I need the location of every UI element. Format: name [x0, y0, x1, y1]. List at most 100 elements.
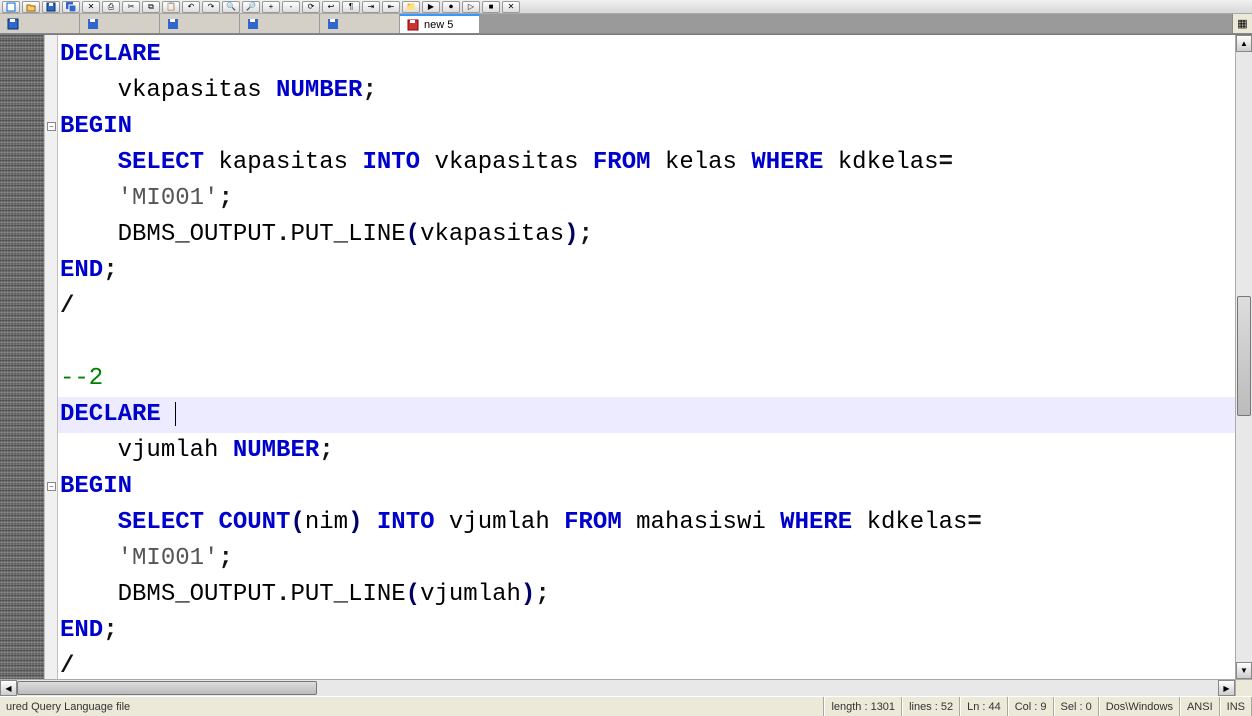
code-line[interactable]: 'MI001'; [60, 181, 1235, 217]
code-line[interactable]: vkapasitas NUMBER; [60, 73, 1235, 109]
file-tab[interactable] [80, 14, 160, 33]
toolbar-button[interactable]: ✂ [122, 1, 140, 13]
code-token [60, 185, 118, 212]
window-control-icon[interactable]: ▦ [1232, 14, 1252, 33]
code-token: SELECT [118, 149, 204, 176]
horizontal-scrollbar[interactable]: ◀ ▶ [0, 679, 1252, 696]
toolbar-button[interactable]: ¶ [342, 1, 360, 13]
toolbar-button[interactable]: ▶ [422, 1, 440, 13]
code-line[interactable]: vjumlah NUMBER; [60, 433, 1235, 469]
file-tab[interactable] [160, 14, 240, 33]
toolbar-button[interactable] [62, 1, 80, 13]
code-token: kapasitas [204, 149, 362, 176]
scroll-track[interactable] [17, 680, 1218, 696]
scroll-up-icon[interactable]: ▲ [1236, 35, 1252, 52]
bookmark-gutter[interactable] [0, 35, 45, 679]
code-line[interactable]: / [60, 649, 1235, 679]
toolbar-button[interactable]: 🔍 [222, 1, 240, 13]
code-token [204, 509, 218, 536]
toolbar-button[interactable]: ⇥ [362, 1, 380, 13]
save-icon[interactable] [42, 1, 60, 13]
fold-toggle-icon[interactable]: − [47, 482, 56, 491]
code-line[interactable]: END; [60, 613, 1235, 649]
toolbar-button[interactable]: ↩ [322, 1, 340, 13]
tabbar-spacer [480, 14, 1232, 33]
toolbar-button[interactable]: ↷ [202, 1, 220, 13]
file-tab[interactable] [240, 14, 320, 33]
file-tab[interactable] [320, 14, 400, 33]
toolbar-button[interactable]: 📁 [402, 1, 420, 13]
code-line[interactable]: DECLARE [60, 37, 1235, 73]
toolbar-button[interactable]: ⇤ [382, 1, 400, 13]
code-token: kdkelas [852, 509, 967, 536]
code-line[interactable]: 'MI001'; [60, 541, 1235, 577]
status-ln: Ln : 44 [960, 697, 1008, 716]
code-token: = [967, 509, 981, 536]
toolbar-button[interactable]: 📋 [162, 1, 180, 13]
code-token: ; [535, 581, 549, 608]
toolbar-button[interactable]: ⟳ [302, 1, 320, 13]
code-line[interactable]: BEGIN [60, 469, 1235, 505]
main-toolbar: ✕ ⎙ ✂ ⧉ 📋 ↶ ↷ 🔍 🔎 + - ⟳ ↩ ¶ ⇥ ⇤ 📁 ▶ ⏺ ▷ … [0, 0, 1252, 14]
code-token: ; [579, 221, 593, 248]
code-token: . [276, 221, 290, 248]
code-token: vjumlah [60, 437, 233, 464]
toolbar-button[interactable] [2, 1, 20, 13]
code-token: FROM [593, 149, 651, 176]
toolbar-button[interactable]: ⏺ [442, 1, 460, 13]
code-line[interactable] [60, 325, 1235, 361]
vertical-scrollbar[interactable]: ▲ ▼ [1235, 35, 1252, 679]
toolbar-button[interactable]: ↶ [182, 1, 200, 13]
toolbar-button[interactable]: ✕ [82, 1, 100, 13]
scroll-down-icon[interactable]: ▼ [1236, 662, 1252, 679]
scroll-thumb[interactable] [1237, 296, 1251, 416]
code-line[interactable]: BEGIN [60, 109, 1235, 145]
code-token: ; [218, 545, 232, 572]
toolbar-button[interactable]: ⎙ [102, 1, 120, 13]
code-line[interactable]: DECLARE [58, 397, 1235, 433]
code-token: DECLARE [60, 41, 161, 68]
status-insert-mode[interactable]: INS [1220, 697, 1252, 716]
scroll-track[interactable] [1236, 52, 1252, 662]
code-token: BEGIN [60, 113, 132, 140]
code-line[interactable]: DBMS_OUTPUT.PUT_LINE(vjumlah); [60, 577, 1235, 613]
file-tab-active[interactable]: new 5 [400, 14, 480, 33]
scroll-thumb[interactable] [17, 681, 317, 695]
scroll-left-icon[interactable]: ◀ [0, 680, 17, 696]
fold-gutter[interactable]: −− [45, 35, 58, 679]
code-token: BEGIN [60, 473, 132, 500]
fold-toggle-icon[interactable]: − [47, 122, 56, 131]
toolbar-button[interactable]: ▷ [462, 1, 480, 13]
code-token: kelas [651, 149, 752, 176]
scroll-corner [1235, 680, 1252, 696]
code-token: vjumlah [420, 581, 521, 608]
code-token: kdkelas [823, 149, 938, 176]
tab-label: new 5 [424, 19, 453, 31]
code-line[interactable]: END; [60, 253, 1235, 289]
code-line[interactable]: SELECT kapasitas INTO vkapasitas FROM ke… [60, 145, 1235, 181]
file-tab[interactable] [0, 14, 80, 33]
code-editor[interactable]: DECLARE vkapasitas NUMBER; BEGIN SELECT k… [58, 35, 1235, 679]
toolbar-button[interactable]: - [282, 1, 300, 13]
unsaved-icon [406, 18, 420, 32]
code-line[interactable]: --2 [60, 361, 1235, 397]
file-icon [246, 17, 260, 31]
code-token: / [60, 653, 74, 679]
toolbar-button[interactable] [22, 1, 40, 13]
code-token: vkapasitas [420, 149, 593, 176]
code-token [60, 545, 118, 572]
code-token: FROM [564, 509, 622, 536]
code-line[interactable]: SELECT COUNT(nim) INTO vjumlah FROM maha… [60, 505, 1235, 541]
toolbar-button[interactable]: + [262, 1, 280, 13]
toolbar-button[interactable]: 🔎 [242, 1, 260, 13]
toolbar-button[interactable]: ✕ [502, 1, 520, 13]
code-line[interactable]: / [60, 289, 1235, 325]
code-token: DBMS_OUTPUT [60, 221, 276, 248]
toolbar-button[interactable]: ■ [482, 1, 500, 13]
code-token: DECLARE [60, 401, 161, 428]
code-token: COUNT [218, 509, 290, 536]
scroll-right-icon[interactable]: ▶ [1218, 680, 1235, 696]
status-lines: lines : 52 [902, 697, 960, 716]
code-line[interactable]: DBMS_OUTPUT.PUT_LINE(vkapasitas); [60, 217, 1235, 253]
toolbar-button[interactable]: ⧉ [142, 1, 160, 13]
